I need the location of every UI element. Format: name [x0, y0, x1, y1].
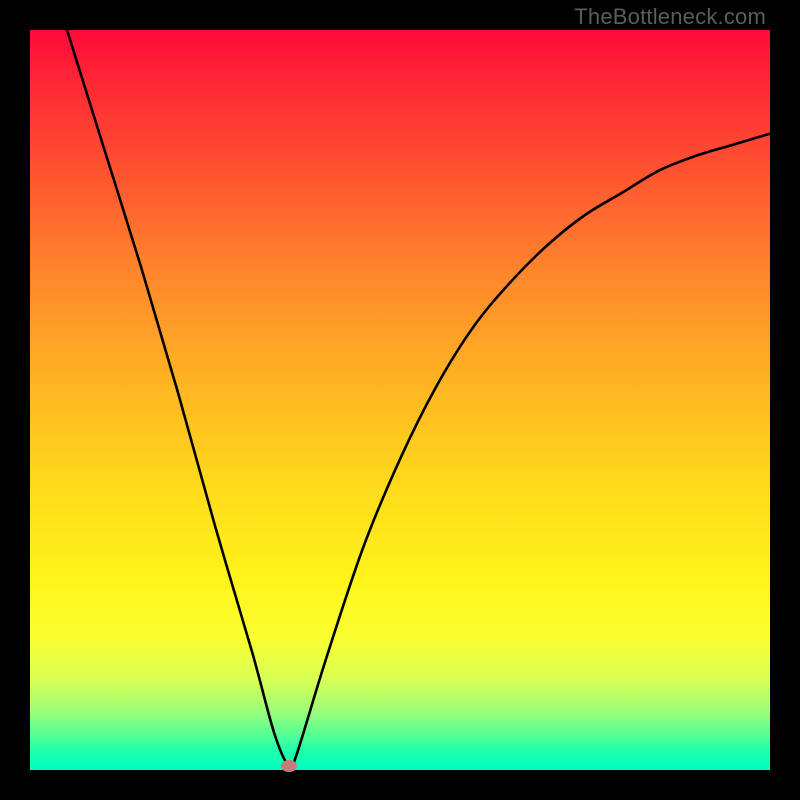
bottleneck-curve [67, 30, 770, 769]
plot-area [30, 30, 770, 770]
curve-svg [30, 30, 770, 770]
chart-frame: TheBottleneck.com [0, 0, 800, 800]
watermark-text: TheBottleneck.com [574, 4, 766, 30]
optimum-marker [281, 760, 297, 772]
